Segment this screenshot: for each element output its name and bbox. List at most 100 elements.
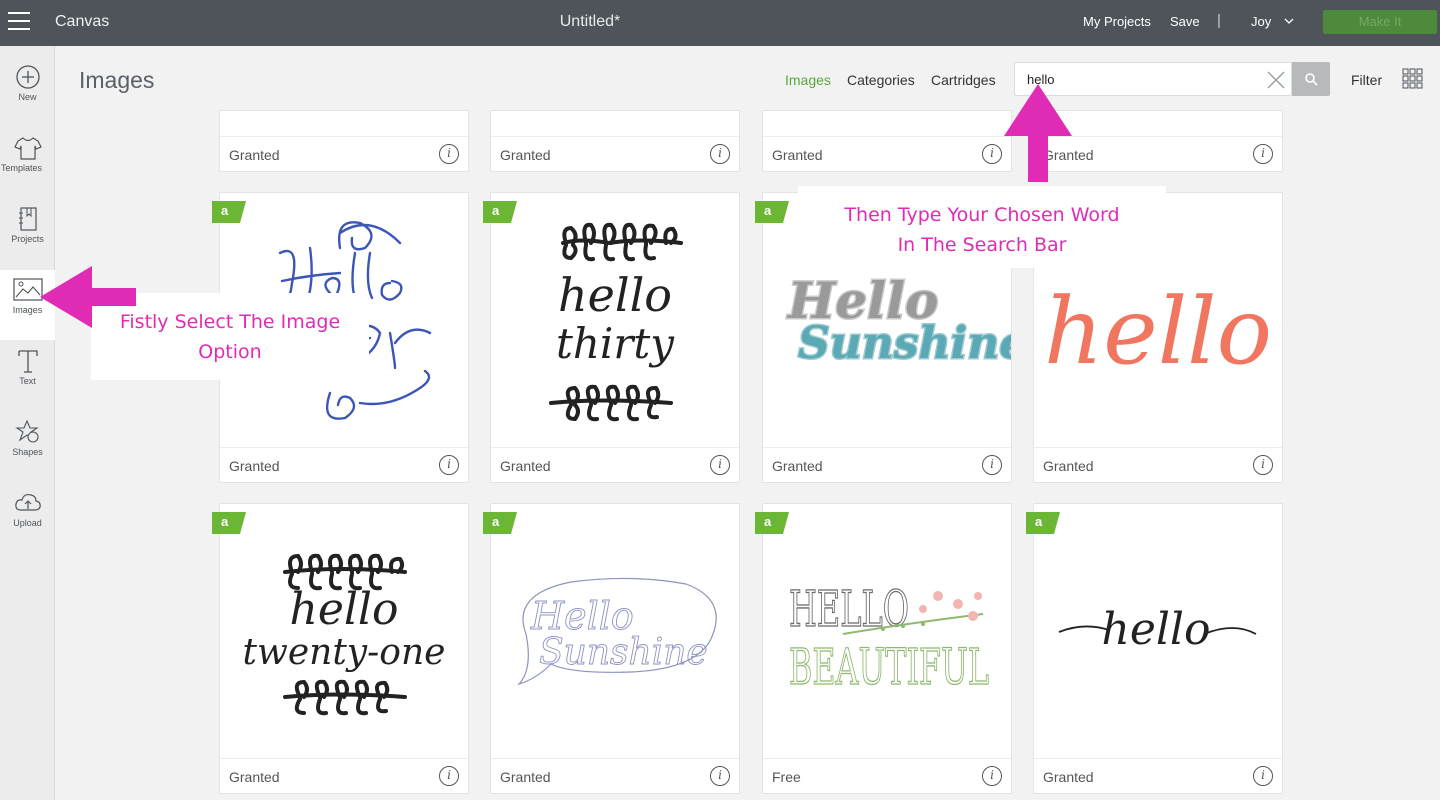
sidebar-item-label: Text [19, 376, 36, 386]
hello-thirty-art: hello thirty [549, 222, 683, 422]
card-footer: Free i [763, 758, 1011, 793]
license-status: Granted [772, 458, 823, 474]
license-status: Granted [772, 147, 823, 163]
license-status: Granted [500, 769, 551, 785]
license-status: Granted [500, 458, 551, 474]
hello-sunshine-bubble-art: Hello Sunshine [517, 577, 717, 686]
user-menu[interactable]: Joy [1251, 14, 1271, 29]
info-icon[interactable]: i [710, 144, 730, 164]
annotation-line: In The Search Bar [897, 234, 1067, 256]
art-text: thirty [556, 319, 675, 368]
annotation-line: Then Type Your Chosen Word [844, 204, 1120, 226]
sidebar-item-shapes[interactable]: Shapes [0, 419, 55, 489]
left-arrow-icon [40, 266, 136, 328]
sidebar-item-new[interactable]: New [0, 64, 55, 134]
left-sidebar: New Templates Projects Images Text Shape… [0, 46, 55, 800]
save-link[interactable]: Save [1170, 14, 1200, 29]
sidebar-item-label: Templates [0, 163, 43, 173]
up-arrow-icon [1004, 84, 1072, 182]
license-status: Granted [500, 147, 551, 163]
art-text: twenty-one [243, 632, 446, 673]
image-card[interactable]: a hello thirty Granted i [483, 192, 740, 483]
card-footer: Granted i [763, 447, 1011, 482]
info-icon[interactable]: i [1253, 455, 1273, 475]
card-footer: Granted i [491, 136, 739, 171]
image-card[interactable]: Granted i [219, 110, 469, 172]
card-footer: Granted i [491, 758, 739, 793]
notebook-icon [18, 207, 37, 231]
grid-view-icon[interactable] [1402, 68, 1423, 89]
make-it-button[interactable]: Make It [1323, 10, 1437, 34]
info-icon[interactable]: i [982, 455, 1002, 475]
art-text: Sunshine [539, 632, 708, 673]
clear-search-icon[interactable] [1267, 71, 1285, 89]
art-text: HELLO [789, 580, 909, 638]
art-text: Sunshine [798, 318, 1011, 369]
license-status: Granted [229, 458, 280, 474]
card-footer: Granted i [1034, 447, 1282, 482]
annotation-type-search: Then Type Your Chosen Word In The Search… [798, 186, 1166, 268]
sidebar-item-templates[interactable]: Templates [0, 135, 55, 205]
info-icon[interactable]: i [982, 766, 1002, 786]
hello-twenty-one-art: hello twenty-one [243, 553, 446, 716]
image-card[interactable]: Granted i [762, 110, 1012, 172]
image-card[interactable]: a hello twenty-one Granted i [212, 503, 469, 794]
annotation-line: Option [198, 341, 262, 363]
hello-line-script-art: hello [1058, 604, 1257, 655]
filter-button[interactable]: Filter [1351, 72, 1382, 88]
info-icon[interactable]: i [1253, 766, 1273, 786]
info-icon[interactable]: i [439, 144, 459, 164]
art-text: hello [1101, 604, 1210, 655]
shapes-icon [14, 419, 39, 443]
sidebar-item-upload[interactable]: Upload [0, 490, 55, 560]
art-text: hello [289, 584, 398, 635]
card-footer: Granted i [763, 136, 1011, 171]
license-status: Granted [1043, 769, 1094, 785]
my-projects-link[interactable]: My Projects [1083, 14, 1151, 29]
license-status: Granted [229, 769, 280, 785]
tab-images[interactable]: Images [785, 72, 831, 88]
tshirt-icon [13, 137, 42, 160]
cloud-upload-icon [14, 493, 41, 511]
info-icon[interactable]: i [1253, 144, 1273, 164]
card-footer: Granted i [491, 447, 739, 482]
search-icon [1305, 73, 1318, 86]
license-status: Granted [229, 147, 280, 163]
card-footer: Granted i [220, 447, 468, 482]
info-icon[interactable]: i [710, 455, 730, 475]
tab-categories[interactable]: Categories [847, 72, 915, 88]
sidebar-item-label: Projects [11, 234, 44, 244]
sidebar-item-label: New [18, 92, 37, 102]
plus-circle-icon [15, 65, 40, 89]
image-card[interactable]: a Hello Sunshine Granted i [483, 503, 740, 794]
art-text: Hello [344, 442, 347, 444]
separator: | [1217, 12, 1221, 29]
info-icon[interactable]: i [710, 766, 730, 786]
sidebar-item-label: Shapes [12, 447, 43, 457]
card-footer: Granted i [220, 758, 468, 793]
document-title[interactable]: Untitled* [0, 13, 1180, 31]
sidebar-item-text[interactable]: Text [0, 348, 55, 418]
top-bar: Canvas Untitled* My Projects Save | Joy … [0, 0, 1440, 46]
art-text: hello [1044, 278, 1272, 385]
image-card[interactable]: a hello Granted i [1026, 503, 1283, 794]
image-card[interactable]: a HELLO BEAUTIFUL Free i [755, 503, 1012, 794]
image-icon [12, 278, 43, 301]
license-status: Free [772, 769, 801, 785]
chevron-down-icon[interactable] [1284, 16, 1294, 26]
hello-beautiful-art: HELLO BEAUTIFUL [788, 579, 989, 696]
search-button[interactable] [1292, 62, 1330, 96]
art-text: BEAUTIFUL [789, 638, 989, 696]
card-footer: Granted i [220, 136, 468, 171]
info-icon[interactable]: i [439, 455, 459, 475]
art-text: hello [558, 268, 672, 322]
license-status: Granted [1043, 458, 1094, 474]
info-icon[interactable]: i [982, 144, 1002, 164]
image-card[interactable]: Granted i [490, 110, 740, 172]
card-footer: Granted i [1034, 758, 1282, 793]
page-title: Images [79, 67, 155, 93]
text-icon [17, 350, 38, 373]
sidebar-item-label: Upload [13, 518, 42, 528]
info-icon[interactable]: i [439, 766, 459, 786]
tab-cartridges[interactable]: Cartridges [931, 72, 996, 88]
